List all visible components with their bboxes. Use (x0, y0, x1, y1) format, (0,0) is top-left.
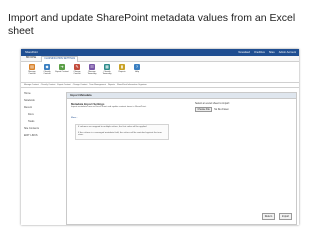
ribbon-button-label: Manage Content (28, 71, 36, 76)
tag-icon: ◆ (44, 64, 50, 70)
chart-icon: ▮ (119, 64, 125, 70)
export-content-button[interactable]: ➜ Export Content (55, 64, 69, 73)
ribbon: ▤ Manage Content ◆ Classify Content ➜ Ex… (21, 62, 299, 83)
ribbon-button-label: Reports (118, 71, 126, 73)
ribbon-button-label: Manage Taxonomy (87, 71, 97, 76)
brand-label[interactable]: SharePoint (25, 49, 38, 56)
choose-file-button[interactable]: Choose File (195, 107, 213, 112)
folder-icon: ▤ (29, 64, 35, 70)
ribbon-button-label: Change Content (73, 71, 81, 76)
file-select-label: Select an excel sheet to import: (195, 102, 230, 105)
info-bullet: If columns are mapped to multiple values… (78, 126, 147, 128)
sharepoint-window: SharePoint Newsfeed OneDrive Sites Admin… (21, 49, 299, 225)
classify-taxonomy-button[interactable]: ▦ Classify Taxonomy (100, 64, 114, 76)
panel-header: Import Metadata (67, 93, 296, 99)
ribbon-group-label: Term Management (89, 84, 106, 86)
ribbon-button-label: Help (134, 71, 140, 73)
nav-item-docs[interactable]: Docs (24, 113, 64, 116)
nav-item-recent[interactable]: Recent (24, 106, 64, 109)
suite-link-onedrive[interactable]: OneDrive (254, 51, 265, 54)
return-button[interactable]: Return (262, 213, 275, 220)
import-metadata-panel: Import Metadata Metadata Import Settings… (66, 92, 297, 225)
reports-button[interactable]: ▮ Reports (115, 64, 129, 73)
info-bullet: If the column is a managed metadata fiel… (78, 131, 162, 137)
ribbon-group-label: Manage Content (24, 84, 39, 86)
ribbon-group-label: SharePoint Information Organizer (116, 84, 147, 86)
ribbon-group-label: Classify Content (40, 84, 56, 86)
panel-actions: Return Import (262, 213, 292, 220)
nav-item-tasks[interactable]: Tasks (24, 120, 64, 123)
tree-icon: ☷ (89, 64, 95, 70)
ribbon-group-label: Change Content (72, 84, 88, 86)
help-icon: ? (134, 64, 140, 70)
ribbon-button-label: Export Content (55, 71, 69, 73)
ribbon-button-label: Classify Taxonomy (102, 71, 112, 76)
more-link[interactable]: More... (71, 117, 78, 119)
nav-item-site-contents[interactable]: Site Contents (24, 127, 64, 130)
tab-classification-settings[interactable]: CLASSIFICATION SETTINGS (41, 55, 79, 62)
settings-description: Import metadata from an Excel sheet and … (71, 106, 147, 108)
edit-icon: ✎ (74, 64, 80, 70)
import-button[interactable]: Import (279, 213, 292, 220)
suite-links: Newsfeed OneDrive Sites Admin Account (238, 49, 296, 56)
edit-links[interactable]: EDIT LINKS (24, 134, 64, 137)
ribbon-button-label: Classify Content (43, 71, 51, 76)
nav-item-notebook[interactable]: Notebook (24, 99, 64, 102)
user-menu[interactable]: Admin Account (279, 51, 296, 54)
ribbon-group-label: Export Content (57, 84, 71, 86)
left-navigation: Home Notebook Recent Docs Tasks Site Con… (24, 92, 64, 141)
slide-title: Import and update SharePoint metadata va… (8, 12, 296, 37)
no-file-text: No file chosen (214, 108, 229, 111)
export-icon: ➜ (59, 64, 65, 70)
file-picker: Choose File No file chosen (195, 107, 293, 112)
grid-icon: ▦ (104, 64, 110, 70)
suite-link-sites[interactable]: Sites (269, 51, 275, 54)
change-content-button[interactable]: ✎ Change Content (70, 64, 84, 76)
nav-item-home[interactable]: Home (24, 92, 64, 95)
help-button[interactable]: ? Help (130, 64, 144, 73)
ribbon-group-label: Reports (107, 84, 115, 86)
page-content: Home Notebook Recent Docs Tasks Site Con… (21, 88, 299, 225)
tab-browse[interactable]: BROWSE (24, 56, 38, 61)
classify-content-button[interactable]: ◆ Classify Content (40, 64, 54, 76)
suite-bar: SharePoint Newsfeed OneDrive Sites Admin… (21, 49, 299, 56)
manage-taxonomy-button[interactable]: ☷ Manage Taxonomy (85, 64, 99, 76)
file-select-section: Select an excel sheet to import: Choose … (195, 102, 293, 112)
info-box: If columns are mapped to multiple values… (75, 124, 169, 140)
manage-content-button[interactable]: ▤ Manage Content (25, 64, 39, 76)
suite-link-newsfeed[interactable]: Newsfeed (238, 51, 250, 54)
